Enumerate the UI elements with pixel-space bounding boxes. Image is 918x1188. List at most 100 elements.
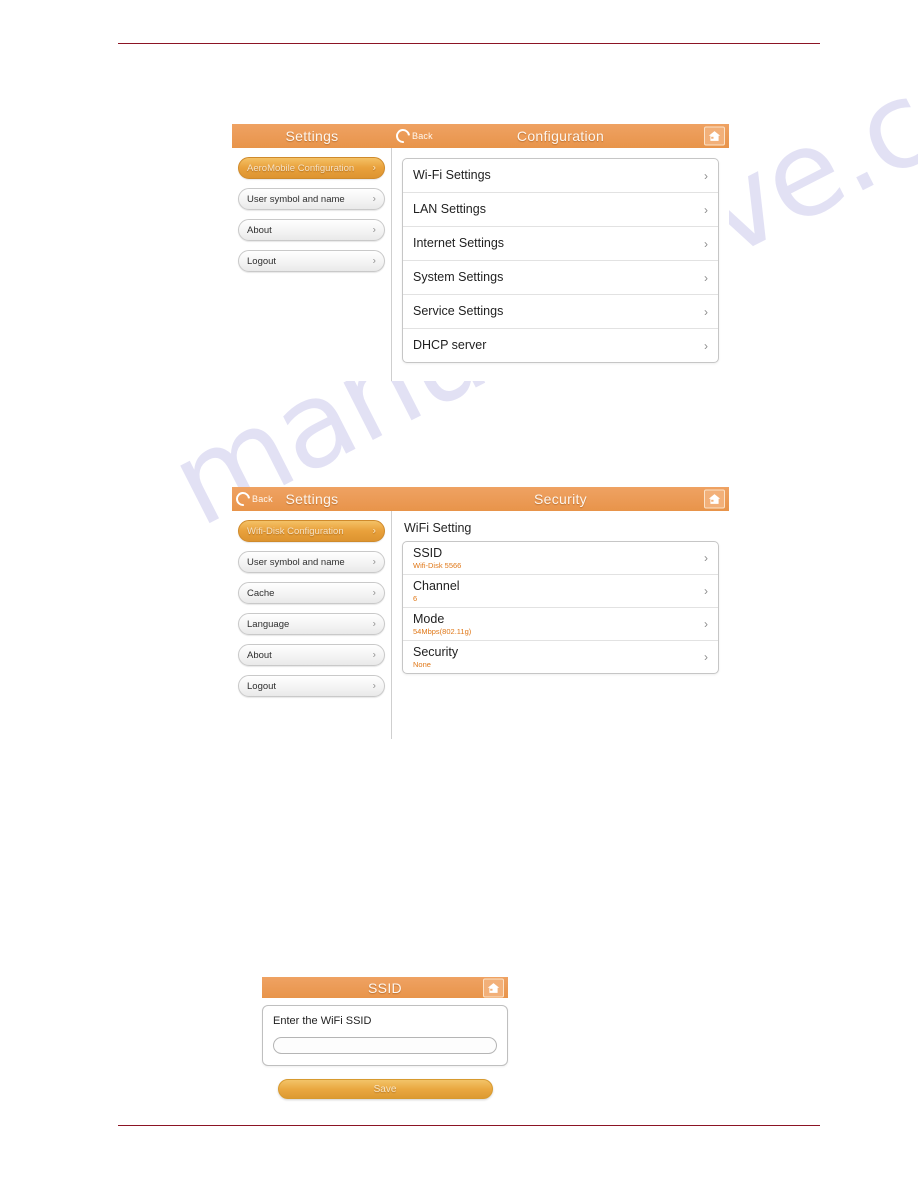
configuration-sidebar: AeroMobile Configuration › User symbol a… xyxy=(232,148,392,381)
row-main: DHCP server xyxy=(413,338,698,352)
sidebar-item-cache[interactable]: Cache › xyxy=(238,582,385,604)
list-item-channel[interactable]: Channel 6 › xyxy=(403,575,718,608)
chevron-right-icon: › xyxy=(372,556,376,568)
sidebar-item-logout[interactable]: Logout › xyxy=(238,675,385,697)
header-left-segment: Back Settings xyxy=(232,487,392,511)
chevron-right-icon: › xyxy=(372,162,376,174)
row-main: Security None xyxy=(413,645,698,669)
sidebar-item-user-symbol-and-name[interactable]: User symbol and name › xyxy=(238,551,385,573)
sidebar-item-about[interactable]: About › xyxy=(238,644,385,666)
list-item-value: 54Mbps(802.11g) xyxy=(413,627,472,637)
list-item-ssid[interactable]: SSID Wifi-Disk 5566 › xyxy=(403,542,718,575)
configuration-content: Wi-Fi Settings › LAN Settings › Internet… xyxy=(392,148,729,381)
sidebar-item-label: AeroMobile Configuration xyxy=(247,162,355,174)
ssid-form-label: Enter the WiFi SSID xyxy=(273,1015,372,1027)
home-button[interactable] xyxy=(483,978,504,997)
header-left-segment: Settings xyxy=(232,124,392,148)
list-item-lan-settings[interactable]: LAN Settings › xyxy=(403,193,718,227)
list-item-title: Channel xyxy=(413,578,460,593)
home-button[interactable] xyxy=(704,126,725,146)
back-button-label: Back xyxy=(252,494,273,504)
row-main: SSID Wifi-Disk 5566 xyxy=(413,546,698,570)
chevron-right-icon: › xyxy=(704,202,708,217)
chevron-right-icon: › xyxy=(704,650,708,664)
chevron-right-icon: › xyxy=(372,618,376,630)
list-item-dhcp-server[interactable]: DHCP server › xyxy=(403,329,718,362)
back-circle-arrow-icon xyxy=(393,126,413,146)
back-button[interactable]: Back xyxy=(393,126,433,146)
row-main: Channel 6 xyxy=(413,579,698,603)
list-item-internet-settings[interactable]: Internet Settings › xyxy=(403,227,718,261)
back-circle-arrow-icon xyxy=(233,489,253,509)
ssid-header-bar: SSID xyxy=(262,977,508,998)
sidebar-item-aeromobile-configuration[interactable]: AeroMobile Configuration › xyxy=(238,157,385,179)
chevron-right-icon: › xyxy=(704,270,708,285)
manual-page: manualshive.com Settings Back Configurat… xyxy=(0,0,918,1188)
page-rule-bottom xyxy=(118,1125,820,1126)
chevron-right-icon: › xyxy=(372,255,376,267)
wifi-settings-list: SSID Wifi-Disk 5566 › Channel 6 › Mode 5… xyxy=(402,541,719,674)
sidebar-item-user-symbol-and-name[interactable]: User symbol and name › xyxy=(238,188,385,210)
sidebar-item-label: Wifi-Disk Configuration xyxy=(247,525,344,537)
chevron-right-icon: › xyxy=(704,338,708,353)
ssid-input[interactable] xyxy=(273,1037,497,1054)
list-item-security[interactable]: Security None › xyxy=(403,641,718,673)
list-item-title: Security xyxy=(413,644,459,659)
sidebar-item-label: Logout xyxy=(247,680,277,692)
configuration-screen: Settings Back Configuration AeroMobile C… xyxy=(232,124,729,381)
sidebar-item-logout[interactable]: Logout › xyxy=(238,250,385,272)
list-item-value: 6 xyxy=(413,594,418,604)
list-item-mode[interactable]: Mode 54Mbps(802.11g) › xyxy=(403,608,718,641)
page-rule-top xyxy=(118,43,820,44)
sidebar-item-about[interactable]: About › xyxy=(238,219,385,241)
save-button[interactable]: Save xyxy=(277,1079,493,1099)
list-item-value: None xyxy=(413,660,431,670)
home-button[interactable] xyxy=(704,489,725,509)
ssid-entry-screen: SSID Enter the WiFi SSID Save xyxy=(262,977,508,1099)
chevron-right-icon: › xyxy=(704,304,708,319)
chevron-right-icon: › xyxy=(704,551,708,565)
header-title: SSID xyxy=(368,979,402,996)
sidebar-item-label: About xyxy=(247,224,272,236)
sidebar-item-wifi-disk-configuration[interactable]: Wifi-Disk Configuration › xyxy=(238,520,385,542)
row-main: Service Settings xyxy=(413,304,698,318)
configuration-header-bar: Settings Back Configuration xyxy=(232,124,729,148)
list-item-wifi-settings[interactable]: Wi-Fi Settings › xyxy=(403,159,718,193)
chevron-right-icon: › xyxy=(372,587,376,599)
security-body: Wifi-Disk Configuration › User symbol an… xyxy=(232,511,729,739)
header-right-segment: Security xyxy=(392,487,729,511)
list-item-title: Internet Settings xyxy=(413,236,505,251)
list-item-system-settings[interactable]: System Settings › xyxy=(403,261,718,295)
security-sidebar: Wifi-Disk Configuration › User symbol an… xyxy=(232,511,392,739)
list-item-service-settings[interactable]: Service Settings › xyxy=(403,295,718,329)
home-icon xyxy=(487,982,500,993)
sidebar-item-label: Logout xyxy=(247,255,277,267)
header-left-title: Settings xyxy=(285,128,339,144)
back-button-label: Back xyxy=(412,131,433,141)
security-content: WiFi Setting SSID Wifi-Disk 5566 › Chann… xyxy=(392,511,729,739)
list-item-title: Mode xyxy=(413,611,445,626)
header-right-segment: Back Configuration xyxy=(392,124,729,148)
header-right-title: Security xyxy=(534,491,587,507)
security-screen: Back Settings Security Wifi-Disk Configu… xyxy=(232,487,729,739)
security-header-bar: Back Settings Security xyxy=(232,487,729,511)
chevron-right-icon: › xyxy=(704,584,708,598)
home-icon xyxy=(708,131,721,141)
configuration-body: AeroMobile Configuration › User symbol a… xyxy=(232,148,729,381)
sidebar-item-label: User symbol and name xyxy=(247,193,345,205)
back-button[interactable]: Back xyxy=(233,489,273,509)
sidebar-item-language[interactable]: Language › xyxy=(238,613,385,635)
list-item-title: SSID xyxy=(413,545,443,560)
list-item-title: DHCP server xyxy=(413,338,487,353)
row-main: System Settings xyxy=(413,270,698,284)
sidebar-item-label: Cache xyxy=(247,587,275,599)
chevron-right-icon: › xyxy=(372,193,376,205)
wifi-setting-heading: WiFi Setting xyxy=(404,521,472,535)
sidebar-item-label: Language xyxy=(247,618,290,630)
list-item-title: Wi-Fi Settings xyxy=(413,168,491,183)
sidebar-item-label: User symbol and name xyxy=(247,556,345,568)
home-icon xyxy=(708,494,721,504)
chevron-right-icon: › xyxy=(704,236,708,251)
row-main: Wi-Fi Settings xyxy=(413,168,698,182)
header-segment: SSID xyxy=(262,977,508,998)
